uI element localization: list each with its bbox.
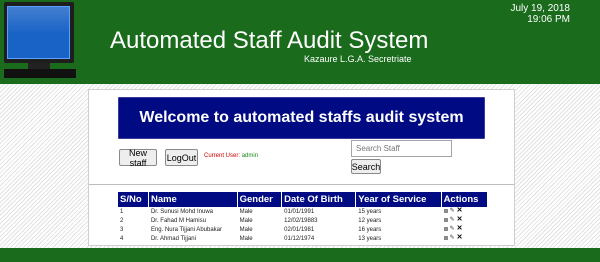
table-row: 2 Dr. Fahad M Hamisu Male 12/02/19883 12… <box>118 216 487 225</box>
section-divider <box>89 184 514 185</box>
view-icon[interactable] <box>443 236 448 240</box>
cell-actions: ✎ ✕ <box>442 234 487 243</box>
view-icon[interactable] <box>443 209 448 213</box>
cell-name: Dr. Ahmad Tijjani <box>150 235 196 242</box>
cell-service: 15 years <box>358 208 382 215</box>
search-button[interactable]: Search <box>351 159 381 174</box>
datetime-display: July 19, 2018 19:06 PM <box>511 3 571 25</box>
cell-dob: 12/02/19883 <box>284 217 318 224</box>
cell-name: Dr. Fahad M Hamisu <box>150 217 206 224</box>
cell-service: 16 years <box>358 226 382 233</box>
delete-icon[interactable]: ✕ <box>457 234 463 241</box>
current-user-info: Current User: admin <box>204 153 258 159</box>
app-subtitle: Kazaure L.G.A. Secretriate <box>304 54 412 64</box>
current-user-label: Current User: <box>204 153 241 159</box>
cell-actions: ✎ ✕ <box>442 225 487 234</box>
cell-service: 13 years <box>358 235 382 242</box>
cell-name: Dr. Sunusi Mohd Inuwa <box>150 208 213 215</box>
cell-actions: ✎ ✕ <box>442 207 487 216</box>
table-row: 4 Dr. Ahmad Tijjani Male 01/12/1974 13 y… <box>118 234 487 243</box>
table-header-row: S/No Name Gender Date Of Birth Year of S… <box>118 192 487 207</box>
cell-sno: 3 <box>120 226 124 233</box>
column-header-gender: Gender <box>237 192 282 207</box>
cell-service: 12 years <box>358 217 382 224</box>
header-bar: Automated Staff Audit System Kazaure L.G… <box>0 0 600 84</box>
edit-icon[interactable]: ✎ <box>450 235 455 241</box>
edit-icon[interactable]: ✎ <box>450 226 455 232</box>
edit-icon[interactable]: ✎ <box>450 208 455 214</box>
cell-dob: 01/01/1991 <box>284 208 315 215</box>
column-header-dob: Date Of Birth <box>282 192 356 207</box>
column-header-name: Name <box>148 192 237 207</box>
cell-gender: Male <box>239 208 253 215</box>
delete-icon[interactable]: ✕ <box>457 207 463 214</box>
computer-monitor-icon <box>0 0 80 84</box>
cell-dob: 02/01/1981 <box>284 226 315 233</box>
column-header-actions: Actions <box>441 192 487 207</box>
cell-sno: 1 <box>120 208 124 215</box>
view-icon[interactable] <box>443 218 448 222</box>
current-user-name: admin <box>241 153 259 159</box>
welcome-banner: Welcome to automated staffs audit system <box>118 97 485 139</box>
cell-gender: Male <box>239 235 253 242</box>
staff-table: S/No Name Gender Date Of Birth Year of S… <box>117 192 488 243</box>
time-text: 19:06 PM <box>527 14 570 25</box>
cell-dob: 01/12/1974 <box>284 235 315 242</box>
table-row: 3 Eng. Nura Tijjani Abubakar Male 02/01/… <box>118 225 487 234</box>
cell-gender: Male <box>239 217 253 224</box>
column-header-sno: S/No <box>118 192 148 207</box>
cell-sno: 2 <box>120 217 124 224</box>
edit-icon[interactable]: ✎ <box>450 217 455 223</box>
cell-sno: 4 <box>120 235 124 242</box>
table-row: 1 Dr. Sunusi Mohd Inuwa Male 01/01/1991 … <box>118 207 487 216</box>
app-title: Automated Staff Audit System <box>110 27 429 54</box>
column-header-service: Year of Service <box>356 192 441 207</box>
new-staff-button[interactable]: New staff <box>119 148 157 168</box>
logout-button[interactable]: LogOut <box>165 149 198 166</box>
search-input[interactable] <box>351 140 452 157</box>
cell-name: Eng. Nura Tijjani Abubakar <box>150 226 222 233</box>
delete-icon[interactable]: ✕ <box>457 216 463 223</box>
view-icon[interactable] <box>443 227 448 231</box>
date-text: July 19, 2018 <box>510 3 571 14</box>
cell-actions: ✎ ✕ <box>442 216 487 225</box>
cell-gender: Male <box>239 226 253 233</box>
delete-icon[interactable]: ✕ <box>457 225 463 232</box>
footer-bar <box>0 248 600 262</box>
